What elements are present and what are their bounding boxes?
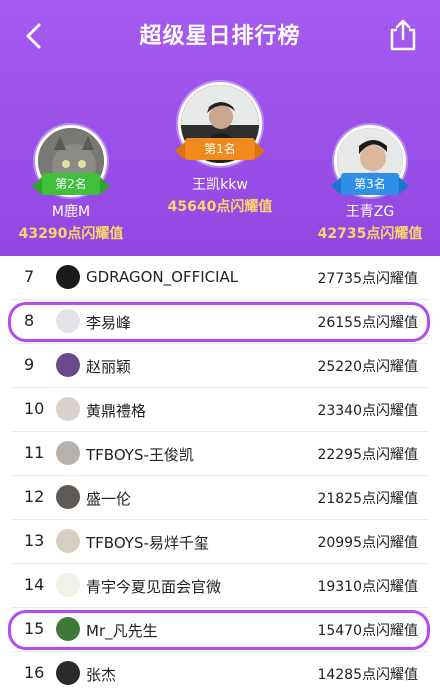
avatar <box>56 353 80 377</box>
avatar <box>56 441 80 465</box>
podium-score: 45640点闪耀值 <box>167 199 273 215</box>
podium-second[interactable]: 第2名 M鹿M 43290点闪耀值 <box>17 125 125 243</box>
rank-number: 10 <box>24 399 45 418</box>
rank-number: 9 <box>24 355 35 374</box>
rank-number: 16 <box>24 663 45 682</box>
user-name: 李易峰 <box>86 314 132 332</box>
avatar <box>56 485 80 509</box>
score: 19310点闪耀值 <box>317 579 418 595</box>
list-item[interactable]: 12 盛一伦 21825点闪耀值 <box>0 476 440 520</box>
podium-name: 王青ZG <box>345 204 395 220</box>
user-name: TFBOYS-易烊千玺 <box>86 534 209 552</box>
header: 超级星日排行榜 第1名 王凯kkw 45640点闪耀值 第2名 M鹿M 4329… <box>0 0 440 256</box>
user-name: Mr_凡先生 <box>86 622 158 640</box>
podium-name: M鹿M <box>51 204 91 220</box>
user-name: TFBOYS-王俊凯 <box>86 446 194 464</box>
list-item-highlighted[interactable]: 15 Mr_凡先生 15470点闪耀值 <box>0 608 440 652</box>
avatar <box>56 661 80 685</box>
rank-number: 11 <box>24 443 45 462</box>
avatar <box>56 309 80 333</box>
user-name: GDRAGON_OFFICIAL <box>86 268 239 286</box>
avatar <box>56 573 80 597</box>
score: 22295点闪耀值 <box>317 447 418 463</box>
podium-first[interactable]: 第1名 王凯kkw 45640点闪耀值 <box>165 82 275 216</box>
score: 20995点闪耀值 <box>317 535 418 551</box>
rank-number: 13 <box>24 531 45 550</box>
score: 27735点闪耀值 <box>317 271 418 287</box>
list-item[interactable]: 9 赵丽颖 25220点闪耀值 <box>0 344 440 388</box>
list-item-highlighted[interactable]: 8 李易峰 26155点闪耀值 <box>0 300 440 344</box>
rank-number: 8 <box>24 311 35 330</box>
list-item[interactable]: 10 黄鼎禮格 23340点闪耀值 <box>0 388 440 432</box>
user-name: 青宇今夏见面会官微 <box>86 578 222 596</box>
user-name: 黄鼎禮格 <box>86 402 147 420</box>
avatar <box>56 397 80 421</box>
score: 14285点闪耀值 <box>317 667 418 683</box>
list-item[interactable]: 7 GDRAGON_OFFICIAL 27735点闪耀值 <box>0 256 440 300</box>
list-item[interactable]: 16 张杰 14285点闪耀值 <box>0 652 440 692</box>
avatar <box>56 617 80 641</box>
rank-number: 7 <box>24 267 35 286</box>
list-item[interactable]: 13 TFBOYS-易烊千玺 20995点闪耀值 <box>0 520 440 564</box>
share-icon[interactable] <box>388 18 418 52</box>
score: 21825点闪耀值 <box>317 491 418 507</box>
score: 26155点闪耀值 <box>317 315 418 331</box>
podium-score: 42735点闪耀值 <box>317 226 423 242</box>
podium-third[interactable]: 第3名 王青ZG 42735点闪耀值 <box>316 125 424 243</box>
podium-name: 王凯kkw <box>192 177 248 193</box>
rank-number: 14 <box>24 575 45 594</box>
rank-number: 15 <box>24 619 45 638</box>
podium-score: 43290点闪耀值 <box>18 226 124 242</box>
avatar <box>56 265 80 289</box>
rank-badge: 第1名 <box>175 138 265 160</box>
rank-number: 12 <box>24 487 45 506</box>
avatar <box>56 529 80 553</box>
list-item[interactable]: 11 TFBOYS-王俊凯 22295点闪耀值 <box>0 432 440 476</box>
user-name: 张杰 <box>86 666 117 684</box>
list-item[interactable]: 14 青宇今夏见面会官微 19310点闪耀值 <box>0 564 440 608</box>
score: 15470点闪耀值 <box>317 623 418 639</box>
score: 23340点闪耀值 <box>317 403 418 419</box>
user-name: 赵丽颖 <box>86 358 132 376</box>
rank-badge: 第2名 <box>32 173 110 195</box>
user-name: 盛一伦 <box>86 490 132 508</box>
score: 25220点闪耀值 <box>317 359 418 375</box>
rank-badge: 第3名 <box>331 173 409 195</box>
ranking-list: 7 GDRAGON_OFFICIAL 27735点闪耀值 8 李易峰 26155… <box>0 256 440 692</box>
page-title: 超级星日排行榜 <box>139 24 301 49</box>
